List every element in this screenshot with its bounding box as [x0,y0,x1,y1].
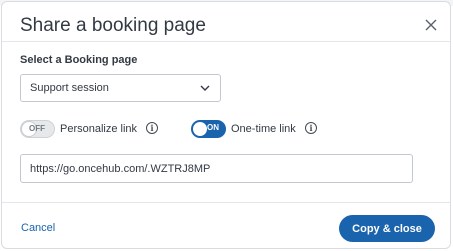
footer-divider [2,202,450,203]
dialog-title: Share a booking page [20,15,206,36]
one-time-link-toggle[interactable]: ON [191,120,226,138]
toggle-state-text: ON [207,123,219,132]
header-divider [2,41,450,42]
booking-page-select[interactable]: Support session [20,74,221,102]
close-button[interactable] [420,14,442,36]
info-icon[interactable]: i [146,122,158,134]
toggle-knob [193,122,207,136]
booking-page-select-label: Select a Booking page [20,54,138,66]
info-icon[interactable]: i [305,122,317,134]
share-booking-dialog: Share a booking page Select a Booking pa… [1,1,451,249]
personalize-link-label: Personalize link [60,123,138,135]
cancel-button[interactable]: Cancel [21,222,55,234]
toggle-state-text: OFF [29,124,45,133]
booking-link-field[interactable] [20,154,413,183]
close-icon [425,19,437,31]
one-time-link-label: One-time link [231,123,296,135]
personalize-link-toggle[interactable]: OFF [20,120,55,138]
booking-page-select-value: Support session [30,82,109,94]
copy-and-close-button[interactable]: Copy & close [339,215,435,242]
chevron-down-icon [200,85,210,91]
